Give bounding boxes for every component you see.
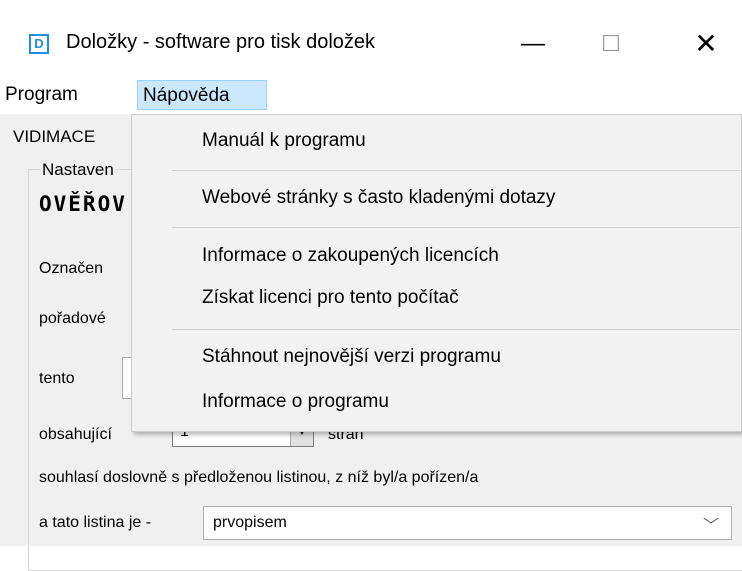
label-oznaceni: Označen <box>39 260 104 277</box>
group-label: Nastaven <box>40 160 116 180</box>
minimize-button[interactable]: — <box>500 22 566 66</box>
title-bar: D Doložky - software pro tisk doložek — … <box>0 0 742 74</box>
menu-item-about[interactable]: Informace o programu <box>202 391 389 413</box>
menu-item-manual[interactable]: Manuál k programu <box>202 130 366 152</box>
help-menu-dropdown: Manuál k programu Webové stránky s často… <box>131 114 742 432</box>
window-title: Doložky - software pro tisk doložek <box>66 31 376 53</box>
listina-type-value: prvopisem <box>213 514 287 531</box>
label-listina: a tato listina je - <box>39 514 152 531</box>
agreement-text: souhlasí doslovně s předloženou listinou… <box>39 469 479 486</box>
menu-separator <box>172 227 740 228</box>
chevron-down-icon: ﹀ <box>702 518 719 535</box>
menu-program[interactable]: Program <box>0 80 124 110</box>
menu-item-get-license[interactable]: Získat licenci pro tento počítač <box>202 287 459 309</box>
close-button[interactable]: ✕ <box>673 22 739 66</box>
menu-item-download-update[interactable]: Stáhnout nejnovější verzi programu <box>202 346 501 368</box>
menu-item-licenses-info[interactable]: Informace o zakoupených licencích <box>202 245 499 267</box>
form-heading: OVĚŘOV <box>39 192 127 216</box>
menu-separator <box>172 170 740 171</box>
menu-help[interactable]: Nápověda <box>137 80 267 110</box>
menu-separator <box>172 329 740 330</box>
listina-type-select[interactable]: prvopisem ﹀ <box>203 506 732 540</box>
menu-bar: Program Nápověda <box>0 74 742 114</box>
label-obsahujici: obsahující <box>39 426 112 443</box>
label-tento: tento <box>39 370 75 387</box>
label-poradove: pořadové <box>39 310 106 327</box>
menu-item-faq[interactable]: Webové stránky s často kladenými dotazy <box>202 187 555 209</box>
tab-vidimace[interactable]: VIDIMACE <box>13 127 95 147</box>
app-icon: D <box>29 34 49 54</box>
maximize-button[interactable]: ☐ <box>578 22 644 66</box>
